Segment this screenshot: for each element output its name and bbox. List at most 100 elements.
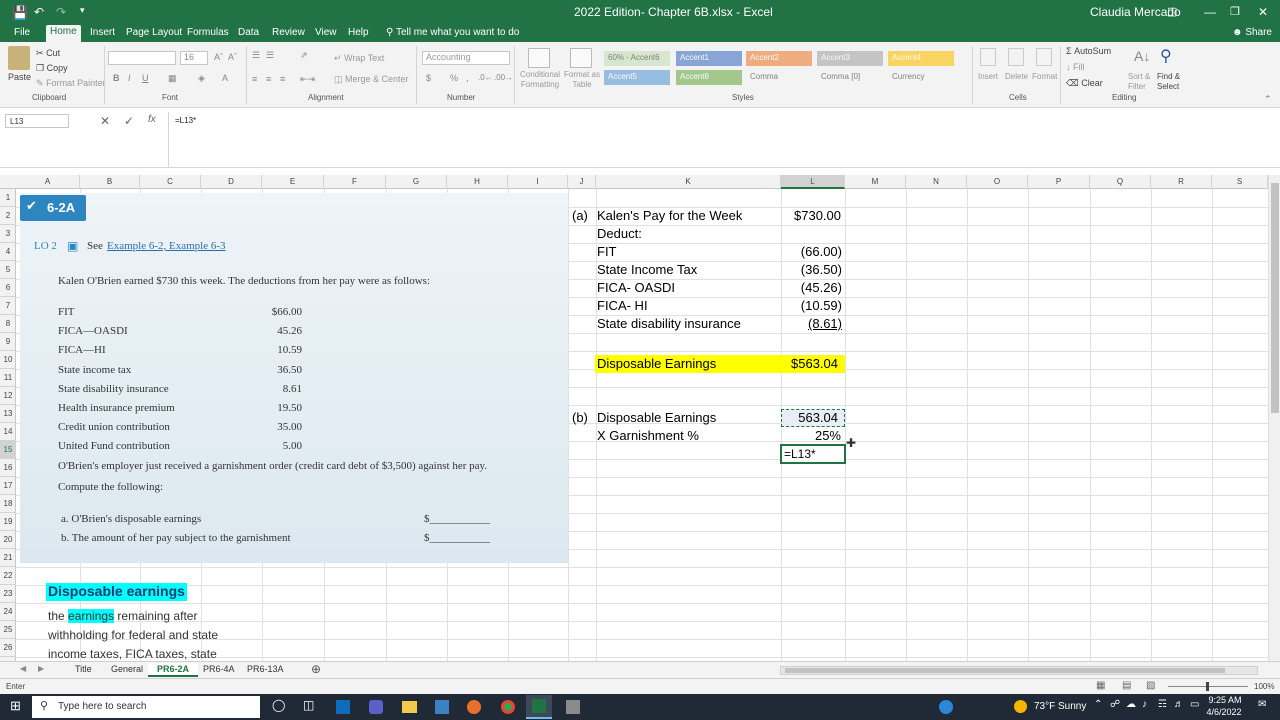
italic-icon[interactable]: I: [128, 73, 131, 83]
row-header-12[interactable]: 12: [0, 387, 16, 405]
paste-button[interactable]: Paste: [8, 72, 31, 82]
row-header-10[interactable]: 10: [0, 351, 16, 369]
cell-l7[interactable]: (10.59): [781, 297, 842, 315]
cell-j13[interactable]: (b): [572, 409, 588, 427]
align-left-icon[interactable]: ≡: [252, 74, 257, 84]
cell-l4[interactable]: (66.00): [781, 243, 842, 261]
formula-input[interactable]: =L13*: [175, 116, 196, 125]
merge-center-button[interactable]: ◫ Merge & Center: [334, 74, 409, 85]
row-header-19[interactable]: 19: [0, 513, 16, 531]
quick-access-menu-icon[interactable]: ▾: [80, 5, 85, 16]
tell-me-search[interactable]: ⚲ Tell me what you want to do: [382, 26, 523, 39]
cell-style-currency[interactable]: Currency: [888, 70, 954, 85]
tab-home[interactable]: Home: [46, 25, 81, 42]
borders-icon[interactable]: ▦: [168, 73, 177, 84]
scroll-tabs-left-icon[interactable]: ◀: [20, 664, 26, 673]
scroll-tabs-right-icon[interactable]: ▶: [38, 664, 44, 673]
cell-k3[interactable]: Deduct:: [597, 225, 642, 243]
cell-style-accent4[interactable]: Accent4: [888, 51, 954, 66]
paste-icon[interactable]: [8, 46, 30, 70]
row-header-3[interactable]: 3: [0, 225, 16, 243]
percent-icon[interactable]: %: [450, 73, 458, 83]
save-icon[interactable]: 💾: [12, 5, 28, 21]
column-header-i[interactable]: I: [508, 175, 568, 189]
cell-l15-editor[interactable]: =L13*: [784, 445, 816, 463]
column-header-e[interactable]: E: [262, 175, 324, 189]
increase-font-icon[interactable]: Aˆ: [214, 52, 223, 62]
taskbar-search[interactable]: ⚲ Type here to search: [32, 696, 260, 718]
cell-k7[interactable]: FICA- HI: [597, 297, 648, 315]
comma-style-icon[interactable]: ,: [466, 73, 469, 83]
cell-k8[interactable]: State disability insurance: [597, 315, 741, 333]
file-explorer-icon[interactable]: [402, 701, 417, 713]
cell-k13[interactable]: Disposable Earnings: [597, 409, 716, 427]
conditional-formatting-button[interactable]: Conditional Formatting: [518, 70, 562, 90]
column-header-l[interactable]: L: [781, 175, 845, 189]
network-icon[interactable]: ☍: [1110, 699, 1120, 710]
cortana-icon[interactable]: ◯: [272, 698, 285, 712]
row-header-20[interactable]: 20: [0, 531, 16, 549]
windows-start-icon[interactable]: ⊞: [10, 698, 21, 714]
font-size-box[interactable]: 16: [180, 51, 208, 65]
row-header-4[interactable]: 4: [0, 243, 16, 261]
format-cells-button[interactable]: Format: [1032, 72, 1057, 81]
snipping-tool-icon[interactable]: [566, 700, 580, 714]
tab-file[interactable]: File: [10, 26, 34, 39]
row-header-18[interactable]: 18: [0, 495, 16, 513]
chrome-icon[interactable]: [501, 700, 515, 714]
cut-button[interactable]: ✂ Cut: [36, 48, 60, 59]
fill-color-icon[interactable]: ◈: [198, 73, 205, 84]
row-header-17[interactable]: 17: [0, 477, 16, 495]
name-box[interactable]: L13: [5, 114, 69, 128]
bold-icon[interactable]: B: [113, 73, 120, 83]
sort-filter-button[interactable]: Sort & Filter: [1128, 72, 1156, 92]
excel-taskbar-button[interactable]: [526, 695, 552, 719]
cell-k5[interactable]: State Income Tax: [597, 261, 697, 279]
align-center-icon[interactable]: ≡: [266, 74, 271, 84]
column-header-p[interactable]: P: [1028, 175, 1090, 189]
column-header-d[interactable]: D: [201, 175, 262, 189]
ribbon-display-options-icon[interactable]: ◫: [1167, 5, 1177, 18]
row-header-25[interactable]: 25: [0, 621, 16, 639]
cell-k14[interactable]: X Garnishment %: [597, 427, 699, 445]
number-format-dropdown[interactable]: Accounting: [422, 51, 510, 65]
calculator-icon[interactable]: [435, 700, 449, 714]
firefox-icon[interactable]: [467, 700, 481, 714]
cell-l13[interactable]: 563.04: [781, 409, 838, 427]
page-break-view-icon[interactable]: ▧: [1146, 680, 1155, 691]
delete-cells-button[interactable]: Delete: [1005, 72, 1028, 81]
close-icon[interactable]: ✕: [1258, 5, 1268, 19]
insert-cells-button[interactable]: Insert: [978, 72, 998, 81]
tab-insert[interactable]: Insert: [86, 26, 119, 39]
row-header-6[interactable]: 6: [0, 279, 16, 297]
column-header-k[interactable]: K: [596, 175, 781, 189]
column-header-j[interactable]: J: [568, 175, 596, 189]
row-header-7[interactable]: 7: [0, 297, 16, 315]
row-header-2[interactable]: 2: [0, 207, 16, 225]
wifi-icon[interactable]: ☶: [1158, 699, 1167, 710]
cell-style-60-accent6[interactable]: 60% - Accent6: [604, 51, 670, 66]
format-as-table-button[interactable]: Format as Table: [564, 70, 600, 90]
row-header-22[interactable]: 22: [0, 567, 16, 585]
row-header-5[interactable]: 5: [0, 261, 16, 279]
indent-icon[interactable]: ⇤⇥: [300, 74, 315, 85]
cell-k10[interactable]: Disposable Earnings: [597, 355, 716, 373]
show-hidden-icons-icon[interactable]: ⌃: [1094, 699, 1102, 710]
restore-icon[interactable]: ❐: [1230, 5, 1240, 18]
sheet-tab-title[interactable]: Title: [66, 663, 101, 675]
find-select-button[interactable]: Find & Select: [1157, 72, 1187, 92]
sheet-tab-pr6-2a[interactable]: PR6-2A: [148, 663, 199, 677]
row-header-8[interactable]: 8: [0, 315, 16, 333]
cell-k4[interactable]: FIT: [597, 243, 617, 261]
notifications-icon[interactable]: ✉: [1258, 699, 1266, 710]
column-header-a[interactable]: A: [16, 175, 80, 189]
tab-review[interactable]: Review: [268, 26, 309, 39]
horizontal-scroll-thumb[interactable]: [785, 668, 1225, 673]
horizontal-scrollbar[interactable]: [780, 666, 1258, 675]
row-header-21[interactable]: 21: [0, 549, 16, 567]
cell-l6[interactable]: (45.26): [781, 279, 842, 297]
clock-time[interactable]: 9:25 AM: [1206, 695, 1244, 705]
row-header-26[interactable]: 26: [0, 639, 16, 657]
column-header-m[interactable]: M: [845, 175, 906, 189]
cell-j2[interactable]: (a): [572, 207, 588, 225]
